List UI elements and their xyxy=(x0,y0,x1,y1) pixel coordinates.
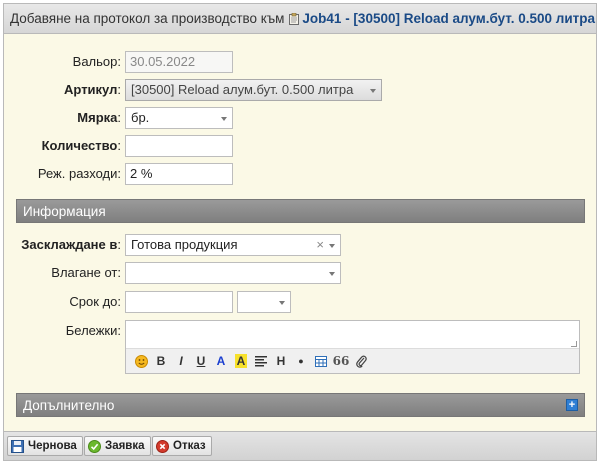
text-color-button[interactable]: A xyxy=(211,352,231,370)
store-select[interactable]: Готова продукция × xyxy=(125,234,341,256)
costs-label: Реж. разходи: xyxy=(37,166,121,181)
chevron-down-icon xyxy=(370,89,376,93)
notes-textarea[interactable] xyxy=(126,321,579,348)
chevron-down-icon xyxy=(329,244,335,248)
align-icon[interactable] xyxy=(251,352,271,370)
cancel-label: Отказ xyxy=(173,440,206,452)
article-select[interactable]: [30500] Reload алум.бут. 0.500 литра xyxy=(125,79,382,101)
bold-button[interactable]: B xyxy=(151,352,171,370)
measure-row: Мярка: бр. xyxy=(4,107,596,129)
chevron-down-icon xyxy=(221,117,227,121)
notes-label: Бележки: xyxy=(65,323,121,338)
dialog-titlebar: Добавяне на протокол за производство към… xyxy=(4,4,596,34)
store-value: Готова продукция xyxy=(131,237,238,252)
underline-button[interactable]: U xyxy=(191,352,211,370)
check-icon xyxy=(88,439,101,453)
resize-grip-icon[interactable] xyxy=(571,341,577,347)
input-from-label: Влагане от: xyxy=(51,265,121,280)
measure-select[interactable]: бр. xyxy=(125,107,233,129)
table-icon[interactable] xyxy=(311,352,331,370)
protocol-dialog: Добавяне на протокол за производство към… xyxy=(3,3,597,461)
editor-toolbar: B I U A A H ● 66 xyxy=(126,348,579,373)
more-section-header[interactable]: Допълнително + xyxy=(16,393,585,417)
cancel-button[interactable]: Отказ xyxy=(152,436,212,456)
heading-button[interactable]: H xyxy=(271,352,291,370)
deadline-time-select[interactable] xyxy=(237,291,291,313)
valor-label: Вальор: xyxy=(72,54,121,69)
chevron-down-icon xyxy=(279,301,285,305)
dialog-footer: Чернова Заявка Отказ xyxy=(4,431,596,460)
article-row: Артикул: [30500] Reload алум.бут. 0.500 … xyxy=(4,79,596,101)
quantity-field[interactable] xyxy=(125,135,233,157)
article-value: [30500] Reload алум.бут. 0.500 литра xyxy=(131,82,354,97)
valor-field[interactable]: 30.05.2022 xyxy=(125,51,233,73)
measure-label: Мярка: xyxy=(77,110,121,125)
costs-field[interactable]: 2 % xyxy=(125,163,233,185)
draft-button[interactable]: Чернова xyxy=(7,436,83,456)
deadline-row: Срок до: xyxy=(4,291,596,313)
article-label: Артикул: xyxy=(64,82,121,97)
paperclip-icon[interactable] xyxy=(351,352,371,370)
info-section-header[interactable]: Информация xyxy=(16,199,585,223)
input-from-row: Влагане от: xyxy=(4,262,596,284)
dialog-title: Добавяне на протокол за производство към xyxy=(10,11,285,26)
close-icon xyxy=(156,439,169,453)
deadline-label: Срок до: xyxy=(69,294,121,309)
expand-icon[interactable]: + xyxy=(566,399,578,411)
save-icon xyxy=(11,439,24,453)
draft-label: Чернова xyxy=(28,440,77,452)
chevron-down-icon xyxy=(329,272,335,276)
request-button[interactable]: Заявка xyxy=(84,436,151,456)
costs-row: Реж. разходи: 2 % xyxy=(4,163,596,185)
job-link[interactable]: Job41 - [30500] Reload алум.бут. 0.500 л… xyxy=(302,11,595,26)
smiley-icon[interactable] xyxy=(131,352,151,370)
quote-button[interactable]: 66 xyxy=(331,352,351,370)
clear-icon[interactable]: × xyxy=(316,235,324,255)
notes-editor: B I U A A H ● 66 xyxy=(125,320,580,374)
document-icon xyxy=(289,12,300,25)
bullet-button[interactable]: ● xyxy=(291,352,311,370)
store-label: Засклаждане в: xyxy=(21,237,121,252)
input-from-select[interactable] xyxy=(125,262,341,284)
measure-value: бр. xyxy=(131,110,150,125)
valor-row: Вальор: 30.05.2022 xyxy=(4,51,596,73)
quantity-label: Количество: xyxy=(41,138,121,153)
deadline-date-field[interactable] xyxy=(125,291,233,313)
italic-button[interactable]: I xyxy=(171,352,191,370)
request-label: Заявка xyxy=(105,440,145,452)
more-section-title: Допълнително xyxy=(23,398,115,413)
highlight-button[interactable]: A xyxy=(231,352,251,370)
quantity-row: Количество: xyxy=(4,135,596,157)
store-row: Засклаждане в: Готова продукция × xyxy=(4,234,596,256)
